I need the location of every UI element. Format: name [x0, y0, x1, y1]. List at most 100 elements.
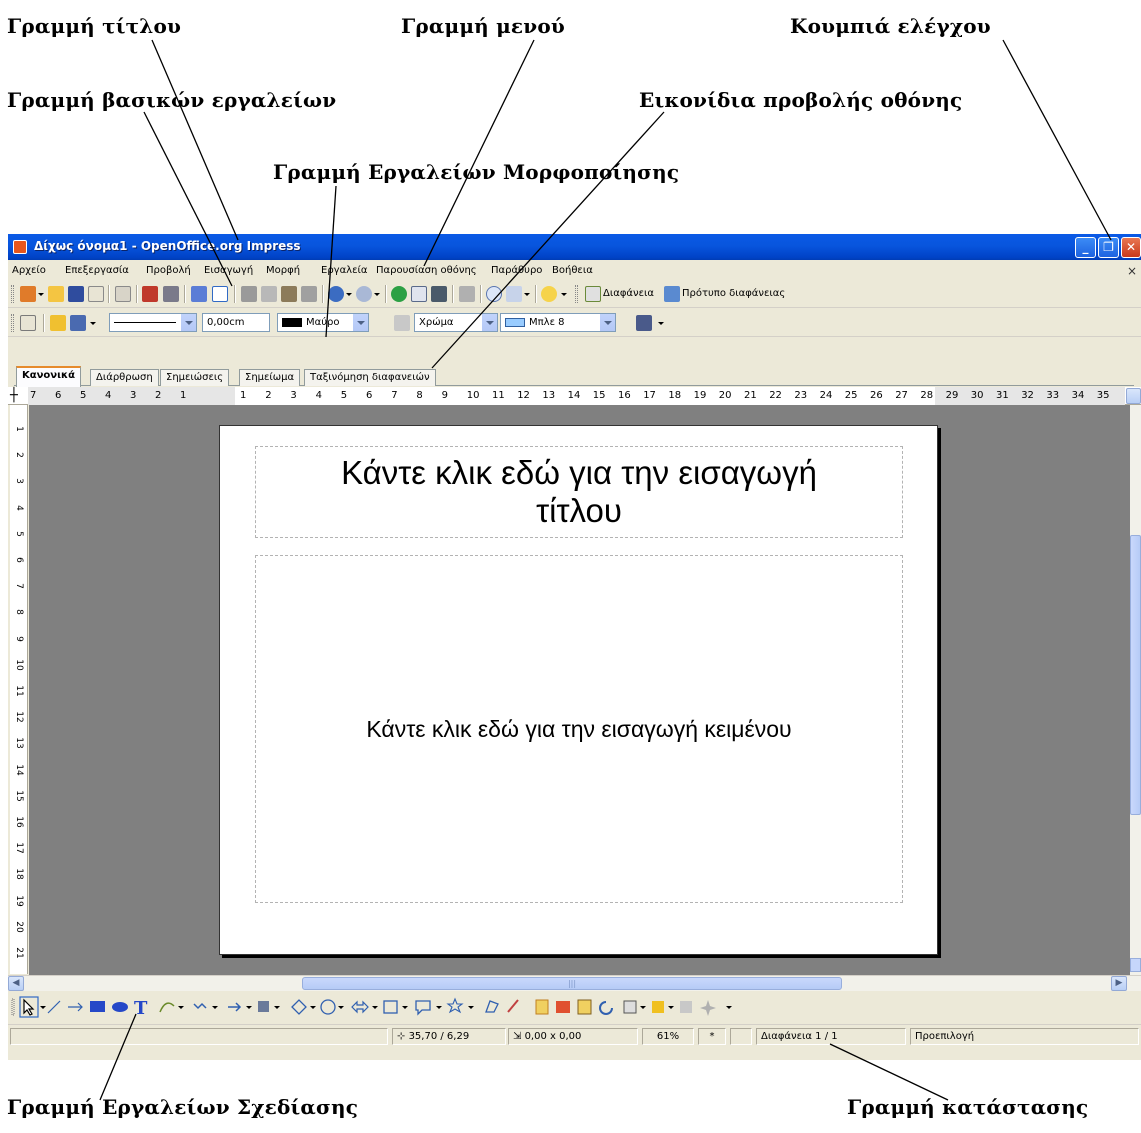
- undo-icon[interactable]: [328, 286, 344, 302]
- slide-button-label[interactable]: Διαφάνεια: [603, 288, 654, 299]
- tab-slide-sorter[interactable]: Ταξινόμηση διαφανειών: [304, 369, 436, 386]
- autospellcheck-icon[interactable]: [212, 286, 228, 302]
- ruler-tick: 10: [466, 390, 480, 401]
- scroll-right-button[interactable]: ▶: [1111, 976, 1127, 991]
- drawing-toolbar: T: [8, 992, 1141, 1022]
- menu-window[interactable]: Παράθυρο: [491, 265, 542, 276]
- undo-dropdown-icon[interactable]: [346, 286, 352, 302]
- menu-help[interactable]: Βοήθεια: [552, 265, 593, 276]
- horizontal-scrollbar[interactable]: ◀ ||| ▶: [8, 975, 1141, 991]
- grid-icon[interactable]: [459, 286, 475, 302]
- area-fill-icon[interactable]: [394, 315, 410, 331]
- help-icon[interactable]: [541, 286, 557, 302]
- chart-icon[interactable]: [391, 286, 407, 302]
- open-folder-icon[interactable]: [48, 286, 64, 302]
- restore-button[interactable]: ❐: [1098, 237, 1119, 258]
- area-style-select[interactable]: Χρώμα: [414, 313, 498, 332]
- size-icon: ⇲: [513, 1031, 525, 1042]
- menu-tools[interactable]: Εργαλεία: [321, 265, 367, 276]
- ruler-tick: 13: [14, 737, 24, 750]
- ruler-tick: 3: [130, 390, 137, 401]
- zoom-dropdown-icon[interactable]: [524, 286, 530, 302]
- ruler-tick: 19: [693, 390, 707, 401]
- paste-icon[interactable]: [281, 286, 297, 302]
- ruler-tick: 26: [870, 390, 883, 401]
- ruler-tick: 20: [14, 921, 24, 933]
- format-paintbrush-icon[interactable]: [301, 286, 317, 302]
- horizontal-scroll-thumb[interactable]: |||: [302, 977, 842, 990]
- line-color-select[interactable]: Μαύρο: [277, 313, 369, 332]
- save-icon[interactable]: [68, 286, 84, 302]
- block-arrows-icon: [351, 1000, 369, 1014]
- tab-normal[interactable]: Κανονικά: [16, 366, 81, 387]
- ruler-tick: 7: [14, 583, 24, 590]
- window-title: Δίχως όνομα1 - OpenOffice.org Impress: [34, 239, 301, 253]
- toolbar-options-icon[interactable]: [561, 286, 567, 302]
- new-dropdown-icon[interactable]: [38, 286, 44, 302]
- area-color-select[interactable]: Μπλε 8: [500, 313, 616, 332]
- ruler-tick: 8: [14, 609, 24, 616]
- ruler-origin-icon[interactable]: ┼: [10, 388, 18, 403]
- ruler-tick: 21: [14, 947, 24, 959]
- menu-file[interactable]: Αρχείο: [12, 265, 46, 276]
- gallery-icon: [577, 999, 592, 1015]
- toolbar-grip[interactable]: [11, 285, 14, 303]
- navigator-icon[interactable]: [431, 286, 447, 302]
- title-placeholder[interactable]: Κάντε κλικ εδώ για την εισαγωγή τίτλου: [255, 446, 903, 538]
- shadow-icon[interactable]: [636, 315, 652, 331]
- line-color-swatch: [282, 317, 302, 327]
- email-icon[interactable]: [88, 286, 104, 302]
- body-placeholder[interactable]: Κάντε κλικ εδώ για την εισαγωγή κειμένου: [255, 555, 903, 903]
- slide[interactable]: Κάντε κλικ εδώ για την εισαγωγή τίτλου Κ…: [219, 425, 938, 955]
- new-document-icon[interactable]: [20, 286, 36, 302]
- ruler-tick: 12: [14, 711, 24, 723]
- line-style-select[interactable]: [109, 313, 197, 332]
- navigator-compass-icon[interactable]: [486, 286, 502, 302]
- menu-insert[interactable]: Εισαγωγή: [204, 265, 253, 276]
- toolbar-grip-2[interactable]: [575, 285, 578, 303]
- zoom-icon[interactable]: [506, 286, 522, 302]
- scroll-left-button[interactable]: ◀: [8, 976, 24, 991]
- redo-dropdown-icon[interactable]: [374, 286, 380, 302]
- master-slide-icon[interactable]: [664, 286, 680, 302]
- cut-icon[interactable]: [241, 286, 257, 302]
- arrow-style-icon[interactable]: [70, 315, 86, 331]
- tab-notes[interactable]: Σημειώσεις: [160, 369, 230, 386]
- menu-slide-show[interactable]: Παρουσίαση οθόνης: [376, 265, 477, 276]
- table-icon[interactable]: [411, 286, 427, 302]
- menu-edit[interactable]: Επεξεργασία: [65, 265, 129, 276]
- line-width-spinner[interactable]: 0,00cm: [202, 313, 270, 332]
- tab-outline[interactable]: Διάρθρωση: [90, 369, 159, 386]
- close-document-icon[interactable]: ×: [1127, 264, 1137, 278]
- close-button[interactable]: ✕: [1121, 237, 1141, 258]
- spellcheck-icon[interactable]: [191, 286, 207, 302]
- ruler-tick: 15: [592, 390, 606, 401]
- lines-arrows-icon: [228, 1002, 242, 1012]
- master-slide-button-label[interactable]: Πρότυπο διαφάνειας: [682, 288, 785, 299]
- export-pdf-icon[interactable]: [142, 286, 158, 302]
- menu-format[interactable]: Μορφή: [266, 265, 300, 276]
- minimize-button[interactable]: _: [1075, 237, 1096, 258]
- ruler-tick: 6: [55, 390, 62, 401]
- line-style-icon[interactable]: [50, 315, 66, 331]
- status-zoom[interactable]: 61%: [642, 1028, 694, 1045]
- toolbar-options-icon-2[interactable]: [658, 315, 664, 331]
- toolbar-grip-3[interactable]: [11, 314, 14, 332]
- area-color-value: Μπλε 8: [529, 317, 565, 328]
- edit-file-icon[interactable]: [115, 286, 131, 302]
- title-bar[interactable]: Δίχως όνομα1 - OpenOffice.org Impress _ …: [8, 234, 1141, 260]
- copy-icon[interactable]: [261, 286, 277, 302]
- ellipse-icon: [112, 1002, 128, 1012]
- print-icon[interactable]: [163, 286, 179, 302]
- scroll-up-button[interactable]: [1126, 388, 1141, 404]
- vertical-scrollbar[interactable]: [1130, 405, 1141, 975]
- tab-handout[interactable]: Σημείωμα: [239, 369, 301, 386]
- arrow-style-dropdown-icon[interactable]: [90, 315, 96, 331]
- status-modified: *: [698, 1028, 726, 1045]
- scroll-down-button[interactable]: [1130, 958, 1141, 972]
- new-slide-icon[interactable]: [585, 286, 601, 302]
- menu-view[interactable]: Προβολή: [146, 265, 191, 276]
- redo-icon[interactable]: [356, 286, 372, 302]
- vertical-scroll-thumb[interactable]: [1130, 535, 1141, 815]
- line-icon[interactable]: [20, 315, 36, 331]
